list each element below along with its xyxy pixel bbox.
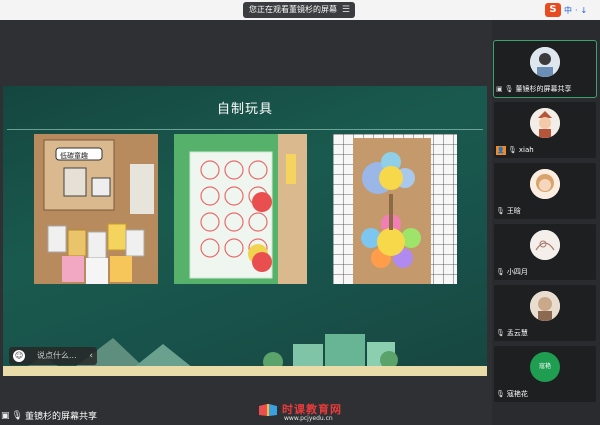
microphone-muted-icon: 🎙	[508, 146, 517, 154]
shared-screen-area: 自制玩具 低碳童趣 ☺ 说点什么... ‹	[0, 20, 490, 405]
participant-name: xiah	[518, 146, 534, 154]
avatar	[530, 291, 560, 321]
participant-tile[interactable]: 🎙 王晗	[494, 163, 596, 219]
sogou-ime-icon[interactable]: S	[545, 3, 561, 17]
participant-label: 🎙 孟云慧	[496, 327, 528, 339]
screen-share-icon: ▣	[496, 85, 503, 93]
screen-share-label: ▣ 🎙 董镜杉的屏幕共享	[1, 408, 97, 423]
presentation-slide: 自制玩具 低碳童趣	[3, 86, 487, 376]
microphone-muted-icon: 🎙	[496, 390, 505, 398]
ime-toolbar[interactable]: S 中 · ↓	[545, 2, 599, 18]
avatar	[530, 230, 560, 260]
viewing-screen-text: 您正在观看董镜杉的屏幕	[249, 5, 337, 14]
host-badge-icon: 👤	[496, 145, 506, 155]
participant-tile[interactable]: ▣ 🎙 董镜杉的屏幕共享	[493, 40, 597, 98]
ime-arrow-text[interactable]: ↓	[581, 6, 588, 15]
meeting-app: 您正在观看董镜杉的屏幕 ☰ S 中 · ↓ 自制玩具 低碳童趣 ☺ 说点什么..…	[0, 0, 600, 425]
slide-divider	[7, 129, 483, 130]
participant-name: 孟云慧	[506, 329, 528, 337]
chat-input-box[interactable]: ☺ 说点什么... ‹	[9, 347, 97, 365]
participant-name: 小四月	[506, 268, 528, 276]
participants-panel: ▣ 🎙 董镜杉的屏幕共享 👤 🎙 xiah 🎙 王晗 🎙 小四月 🎙 孟云慧 寇…	[492, 20, 600, 425]
watermark-logo: 时课教育网 www.pcjyedu.cn	[258, 401, 358, 425]
avatar: 寇艳	[530, 352, 560, 382]
microphone-muted-icon: 🎙	[496, 207, 505, 215]
slide-ground-decoration	[3, 366, 487, 376]
microphone-muted-icon: 🎙	[496, 268, 505, 276]
handmade-toys-photo-1: 低碳童趣	[34, 134, 158, 284]
ime-mode-text[interactable]: 中	[564, 5, 572, 16]
chevron-left-icon[interactable]: ‹	[89, 347, 93, 365]
participant-tile[interactable]: 寇艳 🎙 寇艳花	[494, 346, 596, 402]
ime-punct-text[interactable]: ·	[575, 6, 578, 15]
slide-title: 自制玩具	[216, 102, 273, 117]
handmade-toys-photo-3	[333, 134, 457, 284]
top-bar: 您正在观看董镜杉的屏幕 ☰ S 中 · ↓	[0, 0, 600, 20]
participant-label: 👤 🎙 xiah	[496, 144, 534, 156]
watermark-url: www.pcjyedu.cn	[284, 415, 333, 422]
participant-name: 王晗	[506, 207, 521, 215]
book-icon	[259, 404, 277, 416]
participant-label: 🎙 小四月	[496, 266, 528, 278]
participant-tile[interactable]: 👤 🎙 xiah	[494, 102, 596, 158]
participant-label: ▣ 🎙 董镜杉的屏幕共享	[496, 83, 572, 95]
handmade-toys-photo-2	[174, 134, 307, 284]
viewing-screen-pill[interactable]: 您正在观看董镜杉的屏幕 ☰	[243, 2, 355, 18]
participant-tile[interactable]: 🎙 孟云慧	[494, 285, 596, 341]
avatar	[530, 108, 560, 138]
screen-share-icon: ▣	[1, 410, 10, 421]
screen-share-label-text: 董镜杉的屏幕共享	[24, 412, 97, 422]
microphone-icon: 🎙	[504, 85, 514, 93]
participant-tile[interactable]: 🎙 小四月	[494, 224, 596, 280]
emoji-icon[interactable]: ☺	[13, 350, 25, 362]
avatar	[530, 47, 560, 77]
avatar	[530, 169, 560, 199]
menu-icon[interactable]: ☰	[342, 2, 350, 18]
participant-name: 董镜杉的屏幕共享	[515, 85, 572, 93]
avatar-initials: 寇艳	[538, 363, 551, 370]
chat-input-placeholder[interactable]: 说点什么...	[37, 347, 77, 365]
participant-name: 寇艳花	[506, 390, 528, 398]
microphone-muted-icon: 🎙	[496, 329, 505, 337]
participant-label: 🎙 王晗	[496, 205, 521, 217]
photo-caption: 低碳童趣	[60, 152, 88, 160]
microphone-icon: 🎙	[11, 410, 23, 421]
participant-label: 🎙 寇艳花	[496, 388, 528, 400]
